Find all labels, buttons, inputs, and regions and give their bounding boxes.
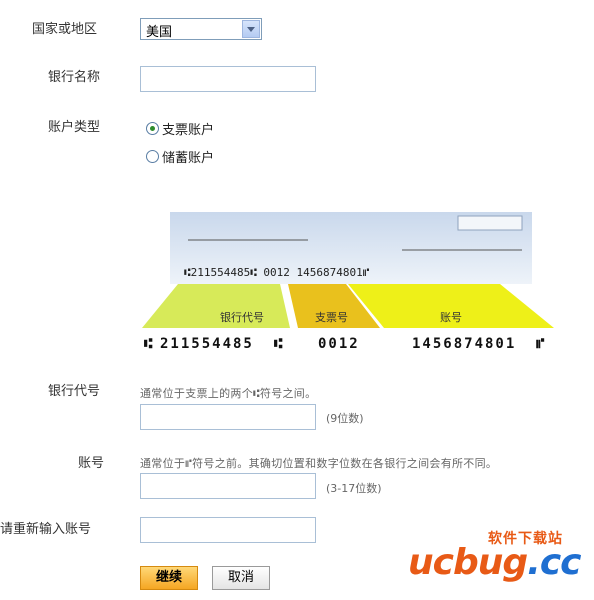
routing-number: 211554485: [160, 336, 254, 352]
cancel-button[interactable]: 取消: [212, 566, 270, 590]
chevron-down-icon[interactable]: [242, 20, 260, 38]
routing-input[interactable]: [140, 404, 316, 430]
radio-checking[interactable]: 支票账户: [146, 119, 214, 138]
check-diagram: ⑆211554485⑆ 0012 1456874801⑈ 银行代号 支票号 账号…: [142, 212, 554, 352]
bank-name-label: 银行名称: [48, 70, 101, 85]
account-type-label: 账户类型: [48, 120, 101, 135]
watermark-logo: 软件下载站 ucbug.cc: [404, 526, 592, 586]
check-number: 0012: [318, 336, 360, 352]
country-label: 国家或地区: [32, 22, 98, 37]
bank-name-input[interactable]: [140, 66, 316, 92]
radio-checking-label: 支票账户: [162, 123, 215, 138]
account-number: 1456874801: [412, 336, 516, 352]
reenter-label: 请重新输入账号: [0, 522, 92, 537]
check-micr-line: ⑆211554485⑆ 0012 1456874801⑈: [184, 266, 370, 279]
radio-savings[interactable]: 储蓄账户: [146, 147, 214, 166]
continue-button[interactable]: 继续: [140, 566, 198, 590]
country-selected-value: 美国: [146, 25, 173, 40]
check-number-caption: 支票号: [315, 311, 348, 324]
routing-symbol-left: ⑆: [144, 336, 153, 352]
radio-savings-button[interactable]: [146, 150, 159, 163]
reenter-account-input[interactable]: [140, 517, 316, 543]
account-unit: (3-17位数): [326, 482, 382, 495]
routing-symbol-right: ⑆: [274, 336, 283, 352]
routing-unit: (9位数): [326, 412, 364, 425]
routing-caption: 银行代号: [220, 310, 264, 324]
account-symbol: ⑈: [536, 336, 545, 352]
routing-hint: 通常位于支票上的两个⑆符号之间。: [140, 387, 317, 400]
watermark-main-text: ucbug.cc: [408, 542, 582, 583]
radio-savings-label: 储蓄账户: [162, 151, 215, 166]
check-amount-box: [457, 215, 523, 231]
routing-band: [142, 284, 290, 328]
radio-checking-button[interactable]: [146, 122, 159, 135]
account-input[interactable]: [140, 473, 316, 499]
account-caption: 账号: [440, 311, 462, 324]
country-select[interactable]: 美国: [140, 18, 262, 40]
account-hint: 通常位于⑈符号之前。其确切位置和数字位数在各银行之间会有所不同。: [140, 457, 498, 470]
account-label: 账号: [78, 456, 105, 471]
routing-label: 银行代号: [48, 384, 101, 399]
